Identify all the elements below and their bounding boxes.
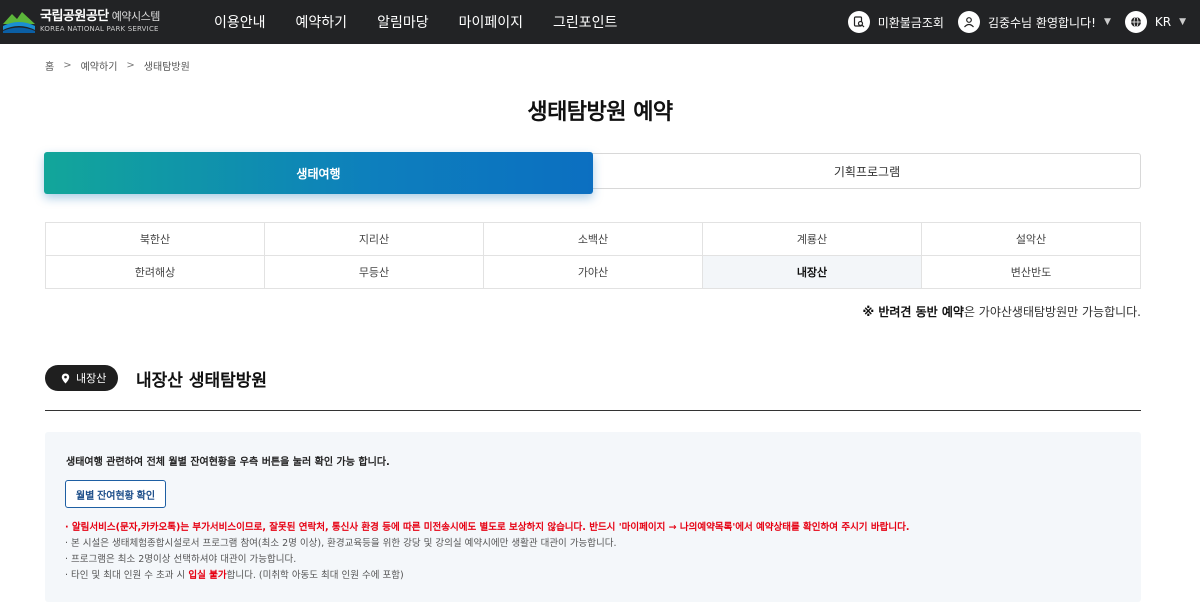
globe-icon: [1124, 11, 1147, 33]
nav-item-reservation[interactable]: 예약하기: [296, 12, 348, 32]
nav-item-greenpoint[interactable]: 그린포인트: [553, 12, 617, 32]
chevron-down-icon: ▼: [1179, 17, 1186, 27]
pet-notice: ※ 반려견 동반 예약은 가야산생태탐방원만 가능합니다.: [862, 303, 1141, 320]
tab-eco-trip[interactable]: 생태여행: [44, 152, 593, 194]
language-label: KR: [1154, 15, 1172, 29]
user-icon: [957, 11, 980, 33]
list-item: · 프로그램은 최소 2명이상 선택하셔야 대관이 가능합니다.: [65, 554, 297, 565]
list-item: · 알림서비스(문자,카카오톡)는 부가서비스이므로, 잘못된 연락처, 통신사…: [65, 522, 910, 533]
nav-item-guide[interactable]: 이용안내: [214, 12, 266, 32]
chevron-right-icon: >: [63, 60, 72, 71]
breadcrumb-home[interactable]: 홈: [45, 58, 54, 73]
monthly-availability-button[interactable]: 월별 잔여현황 확인: [65, 480, 166, 508]
list-item: · 타인 및 최대 인원 수 초과 시 입실 불가합니다. (미취학 아동도 최…: [65, 568, 909, 584]
nav-item-mypage[interactable]: 마이페이지: [459, 12, 523, 32]
pet-notice-strong: ※ 반려견 동반 예약: [862, 305, 964, 319]
tab-planned-program[interactable]: 기획프로그램: [593, 152, 1141, 190]
region-naejangsan[interactable]: 내장산: [703, 256, 922, 289]
breadcrumb-reservation[interactable]: 예약하기: [81, 58, 118, 73]
region-sobaeksan[interactable]: 소백산: [484, 223, 703, 256]
logo[interactable]: 국립공원공단 예약시스템 KOREA NATIONAL PARK SERVICE: [2, 8, 160, 34]
map-pin-icon: [61, 373, 70, 383]
info-lead: 생태여행 관련하여 전체 월별 잔여현황을 우측 버튼을 눌러 확인 가능 합니…: [66, 457, 390, 468]
top-navigation-bar: 국립공원공단 예약시스템 KOREA NATIONAL PARK SERVICE …: [0, 0, 1200, 44]
refund-check-link[interactable]: 미환불금조회: [847, 11, 944, 33]
logo-name: 국립공원공단: [40, 8, 109, 24]
region-seoraksan[interactable]: 설악산: [922, 223, 1141, 256]
region-gyeryongsan[interactable]: 계룡산: [703, 223, 922, 256]
document-search-icon: [847, 11, 870, 33]
nav-item-notice[interactable]: 알림마당: [377, 12, 429, 32]
section-divider: [45, 410, 1141, 411]
program-tabs: 기획프로그램 생태여행: [44, 152, 1141, 194]
main-nav: 이용안내 예약하기 알림마당 마이페이지 그린포인트: [214, 0, 647, 44]
region-byeonsanbando[interactable]: 변산반도: [922, 256, 1141, 289]
region-bukhansan[interactable]: 북한산: [46, 223, 265, 256]
list-item: · 본 시설은 생태체험종합시설로서 프로그램 참여(최소 2명 이상), 환경…: [65, 538, 617, 549]
region-gayasan[interactable]: 가야산: [484, 256, 703, 289]
info-box: 생태여행 관련하여 전체 월별 잔여현황을 우측 버튼을 눌러 확인 가능 합니…: [45, 432, 1141, 602]
region-grid: 북한산 지리산 소백산 계룡산 설악산 한려해상 무등산 가야산 내장산 변산반…: [45, 222, 1141, 289]
no-entry-warning: 입실 불가: [188, 570, 227, 581]
logo-subtitle: 예약시스템: [111, 9, 161, 23]
region-jirisan[interactable]: 지리산: [265, 223, 484, 256]
user-menu[interactable]: 김중수님 환영합니다! ▼: [957, 11, 1111, 33]
chevron-right-icon: >: [126, 60, 135, 71]
note-text: 합니다. (미취학 아동도 최대 인원 수에 포함): [226, 570, 404, 581]
notice-list: · 알림서비스(문자,카카오톡)는 부가서비스이므로, 잘못된 연락처, 통신사…: [65, 520, 909, 584]
region-hallyeohaesang[interactable]: 한려해상: [46, 256, 265, 289]
place-badge: 내장산: [45, 365, 119, 391]
place-badge-label: 내장산: [76, 372, 107, 385]
user-greeting: 김중수님 환영합니다!: [987, 15, 1096, 30]
region-mudeungsan[interactable]: 무등산: [265, 256, 484, 289]
refund-check-label: 미환불금조회: [877, 15, 944, 30]
logo-english: KOREA NATIONAL PARK SERVICE: [40, 24, 159, 33]
chevron-down-icon: ▼: [1103, 17, 1111, 27]
page-title: 생태탐방원 예약: [527, 100, 673, 125]
breadcrumb: 홈 > 예약하기 > 생태탐방원: [45, 58, 190, 73]
section-title: 내장산 생태탐방원: [136, 371, 268, 391]
park-logo-icon: [2, 8, 36, 34]
breadcrumb-current: 생태탐방원: [143, 62, 190, 73]
pet-notice-text: 은 가야산생태탐방원만 가능합니다.: [963, 305, 1141, 319]
language-selector[interactable]: KR ▼: [1124, 11, 1186, 33]
utility-menu: 미환불금조회 김중수님 환영합니다! ▼ KR ▼: [847, 0, 1200, 44]
note-text: · 타인 및 최대 인원 수 초과 시: [65, 570, 189, 581]
